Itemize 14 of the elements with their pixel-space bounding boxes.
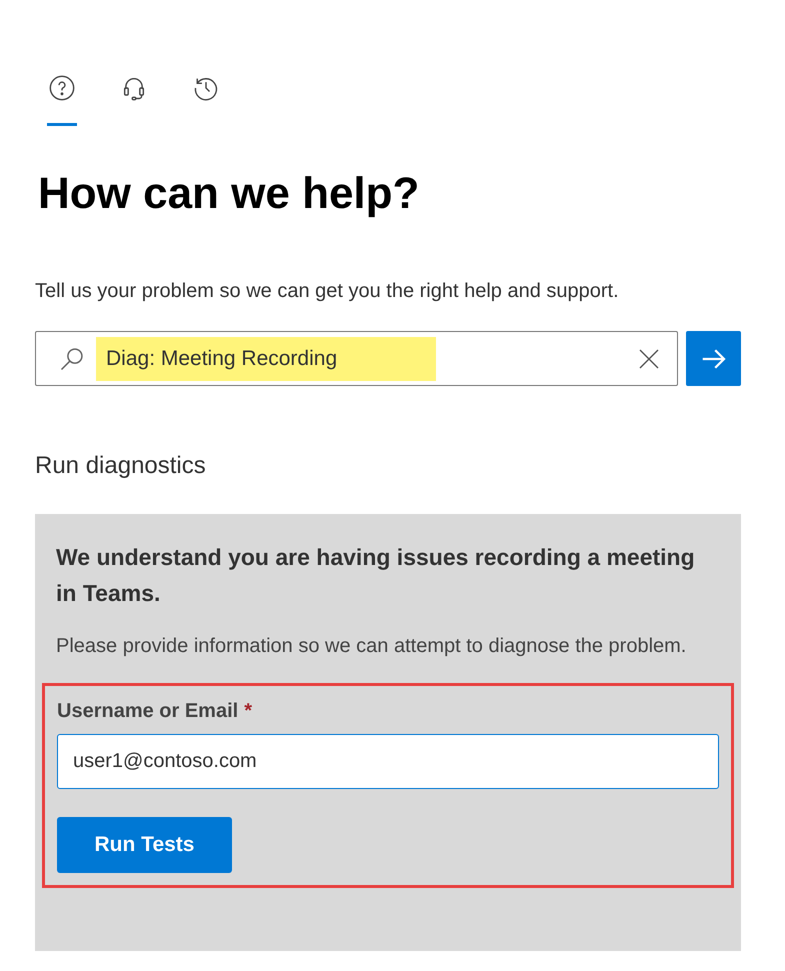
intro-text: Tell us your problem so we can get you the right help and support. — [35, 279, 620, 304]
search-value: Diag: Meeting Recording — [96, 336, 436, 380]
required-mark: * — [244, 699, 252, 724]
section-title: Run diagnostics — [35, 451, 207, 481]
run-tests-button[interactable]: Run Tests — [57, 817, 232, 873]
email-input[interactable]: user1@contoso.com — [57, 734, 719, 789]
field-label: Username or Email — [57, 699, 238, 724]
page-heading: How can we help? — [38, 168, 420, 220]
panel-title: We understand you are having issues recording a meeting in Teams. — [56, 543, 696, 608]
help-icon — [48, 74, 76, 102]
panel-description: Please provide information so we can attempt to diagnose the problem. — [56, 634, 688, 659]
search-field[interactable]: Diag: Meeting Recording — [35, 331, 678, 386]
clear-icon[interactable] — [637, 346, 661, 370]
search-submit-button[interactable] — [686, 331, 741, 386]
